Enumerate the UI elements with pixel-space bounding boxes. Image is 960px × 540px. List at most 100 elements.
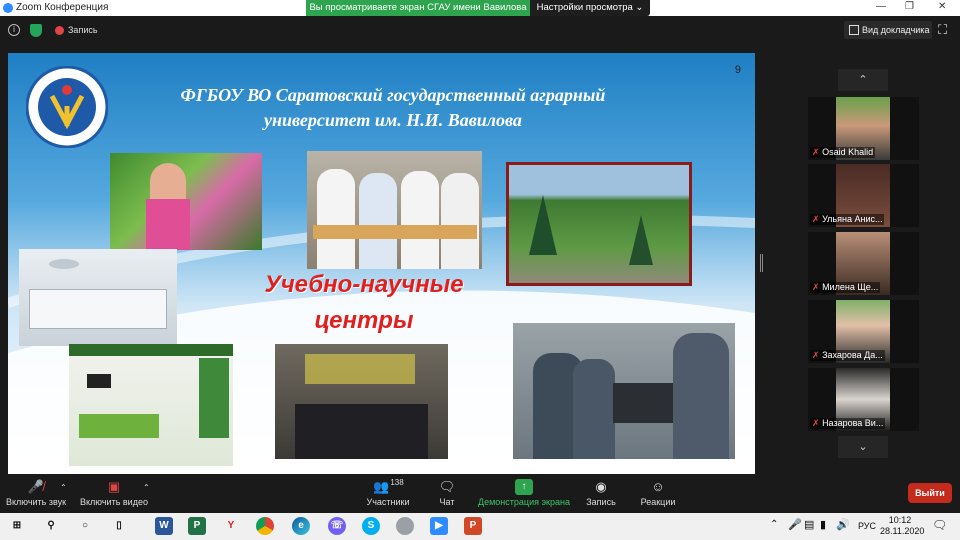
tray-date: 28.11.2020 [880, 526, 925, 536]
slide-center-text-line1: Учебно-научные [264, 271, 464, 298]
notifications-icon[interactable]: 🗨 [932, 518, 947, 532]
scroll-down-button[interactable]: ⌄ [838, 436, 888, 458]
app-icon[interactable] [396, 517, 414, 535]
unmute-button[interactable]: 🎤̸ Включить звук [4, 475, 68, 507]
participant-tile[interactable]: ✗ Ульяна Анис... [808, 164, 919, 227]
participants-icon: 👥 [373, 479, 390, 494]
participant-name: ✗ Захарова Да... [810, 350, 885, 361]
audio-options-chevron-icon[interactable]: ⌃ [60, 483, 67, 492]
share-banner: Вы просматриваете экран СГАУ имени Вавил… [306, 0, 530, 16]
photo-exhibition [275, 344, 448, 459]
shared-screen-slide: 9 ФГБОУ ВО Саратовский государственный а… [8, 53, 755, 474]
muted-mic-icon: ✗ [812, 147, 820, 157]
folder-icon[interactable]: ▯ [110, 517, 128, 535]
tray-battery-icon[interactable]: ▮ [820, 518, 826, 531]
participant-name: ✗ Ульяна Анис... [810, 214, 885, 225]
slide-center-text-line2: центры [314, 307, 414, 334]
close-icon[interactable]: ✕ [938, 1, 946, 12]
photo-classroom [69, 344, 233, 466]
tray-mic-icon[interactable]: 🎤 [788, 518, 802, 531]
publisher-icon[interactable]: P [188, 517, 206, 535]
windows-taskbar: ⊞ ⚲ ○ ▯ W P Y e ☏ S ▶ P ⌃ 🎤 ▤ ▮ 🔊 РУС 10… [0, 513, 960, 540]
muted-mic-icon: ✗ [812, 282, 820, 292]
photo-park [506, 162, 692, 286]
skype-icon[interactable]: S [362, 517, 380, 535]
leave-button[interactable]: Выйти [908, 483, 952, 503]
reactions-icon: ☺ [651, 479, 665, 494]
start-video-button[interactable]: ▣ Включить видео [76, 475, 152, 507]
speaker-view-button[interactable]: Вид докладчика [844, 21, 932, 39]
share-screen-button[interactable]: ↑ Демонстрация экрана [478, 475, 570, 507]
video-off-icon: ▣ [107, 479, 121, 494]
meeting-controls: 🎤̸ Включить звук ⌃ ▣ Включить видео ⌃ 👥1… [0, 475, 960, 513]
zoom-logo-icon [3, 3, 13, 13]
participants-count: 138 [390, 478, 404, 487]
participants-label: Участники [366, 497, 410, 507]
muted-mic-icon: ✗ [812, 214, 820, 224]
windows-start-icon[interactable]: ⊞ [8, 517, 26, 535]
participant-name-text: Захарова Да... [822, 350, 883, 360]
reactions-button[interactable]: ☺ Реакции [638, 475, 678, 507]
window-title: Zoom Конференция [16, 2, 109, 13]
reactions-label: Реакции [640, 497, 676, 507]
slide-page-number: 9 [734, 64, 741, 76]
participant-name-text: Милена Ще... [822, 282, 879, 292]
participant-tile[interactable]: ✗ Назарова Ви... [808, 368, 919, 431]
tray-volume-icon[interactable]: 🔊 [836, 518, 850, 531]
chat-icon: 🗨 [438, 479, 456, 494]
edge-icon[interactable]: e [292, 517, 310, 535]
participant-tile[interactable]: ✗ Osaid Khalid [808, 97, 919, 160]
participant-name: ✗ Милена Ще... [810, 282, 881, 293]
participant-name: ✗ Назарова Ви... [810, 418, 886, 429]
scroll-up-button[interactable]: ⌃ [838, 69, 888, 91]
word-icon[interactable]: W [155, 517, 173, 535]
tray-network-icon[interactable]: ▤ [804, 518, 814, 531]
slide-title-line2: университет им. Н.И. Вавилова [264, 110, 522, 130]
photo-workshop [513, 323, 735, 459]
speaker-view-icon [849, 25, 859, 35]
maximize-icon[interactable]: ❐ [905, 1, 914, 12]
chrome-icon[interactable] [256, 517, 274, 535]
tray-clock[interactable]: 10:12 28.11.2020 [880, 515, 925, 537]
info-icon[interactable]: i [8, 24, 20, 36]
fullscreen-icon[interactable]: ⛶ [938, 22, 947, 38]
speaker-view-label: Вид докладчика [862, 25, 930, 35]
yandex-browser-icon[interactable]: Y [222, 517, 240, 535]
task-view-icon[interactable]: ○ [76, 517, 94, 535]
muted-mic-icon: 🎤̸ [27, 479, 45, 494]
tray-time: 10:12 [888, 515, 912, 525]
view-settings-button[interactable]: Настройки просмотра ⌄ [530, 0, 650, 16]
participant-tile[interactable]: ✗ Милена Ще... [808, 232, 919, 295]
minimize-icon[interactable]: — [876, 1, 886, 12]
start-video-label: Включить видео [80, 497, 148, 507]
record-button[interactable]: ◉ Запись [584, 475, 618, 507]
participant-name: ✗ Osaid Khalid [810, 147, 876, 158]
photo-lab-staff [307, 151, 482, 269]
zoom-app-icon[interactable]: ▶ [430, 517, 448, 535]
search-icon[interactable]: ⚲ [42, 517, 60, 535]
tray-chevron-icon[interactable]: ⌃ [770, 519, 778, 530]
shield-icon[interactable] [30, 24, 42, 37]
slide-title: ФГБОУ ВО Саратовский государственный агр… [128, 83, 658, 133]
chat-button[interactable]: 🗨 Чат [432, 475, 462, 507]
participant-name-text: Osaid Khalid [822, 147, 874, 157]
photo-lab-room [19, 249, 177, 346]
view-settings-label: Настройки просмотра [536, 2, 633, 13]
chat-label: Чат [439, 497, 455, 507]
participant-name-text: Назарова Ви... [822, 418, 884, 428]
record-status-label: Запись [68, 25, 98, 35]
record-icon: ◉ [595, 479, 607, 494]
university-logo [26, 66, 108, 148]
participant-tile[interactable]: ✗ Захарова Да... [808, 300, 919, 363]
slide-center-text: Учебно-научные центры [234, 267, 494, 339]
tray-language[interactable]: РУС [858, 521, 876, 531]
video-options-chevron-icon[interactable]: ⌃ [143, 483, 150, 492]
participants-button[interactable]: 👥138 Участники [362, 475, 414, 507]
record-icon [55, 26, 64, 35]
panel-resize-handle[interactable] [760, 254, 763, 272]
muted-mic-icon: ✗ [812, 350, 820, 360]
viber-icon[interactable]: ☏ [328, 517, 346, 535]
powerpoint-icon[interactable]: P [464, 517, 482, 535]
share-screen-label: Демонстрация экрана [478, 497, 570, 507]
photo-woman-flowers [110, 153, 262, 250]
